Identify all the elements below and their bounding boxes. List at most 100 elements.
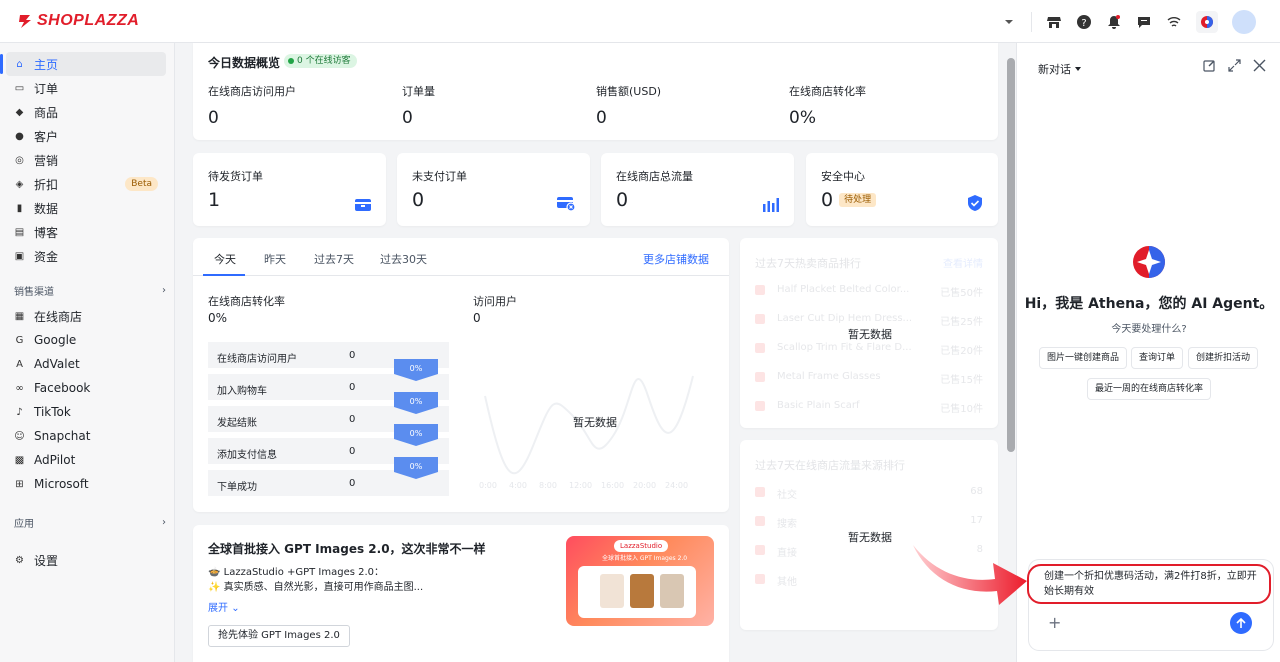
funnel-rate: 0% — [410, 462, 423, 471]
sidebar-item-customers[interactable]: ● 客户 — [6, 124, 166, 148]
new-chat-label: 新对话 — [1038, 63, 1071, 76]
try-gpt-images-button[interactable]: 抢先体验 GPT Images 2.0 — [208, 625, 350, 647]
unpaid-orders-card[interactable]: 未支付订单 0 — [397, 153, 590, 226]
card-label: 待发货订单 — [208, 170, 263, 183]
online-visitors-badge: 0 个在线访客 — [284, 54, 357, 68]
edit-icon[interactable] — [1203, 59, 1216, 72]
new-chat-dropdown[interactable]: 新对话 — [1038, 61, 1082, 77]
help-icon[interactable]: ? — [1076, 14, 1092, 30]
online-dot — [288, 58, 294, 64]
sidebar-item-label: 资金 — [34, 249, 59, 264]
product-name: Metal Frame Glasses — [777, 371, 881, 382]
kpi-conversion: 在线商店转化率 0% — [789, 83, 866, 128]
send-button[interactable] — [1230, 612, 1252, 634]
view-details-link[interactable]: 查看详情 — [943, 255, 983, 270]
shipping-box-icon — [355, 199, 371, 211]
kpi-orders: 订单量 0 — [402, 83, 435, 128]
product-name: Laser Cut Dip Hem Dress... — [777, 313, 913, 324]
date-range-tabs: 今天 昨天 过去7天 过去30天 更多店铺数据 — [193, 238, 729, 276]
expand-icon[interactable] — [1228, 59, 1241, 72]
more-store-data-link[interactable]: 更多店铺数据 — [643, 251, 709, 267]
user-avatar[interactable] — [1232, 9, 1256, 34]
sidebar-item-orders[interactable]: ▭ 订单 — [6, 76, 166, 100]
sidebar-item-label: 设置 — [34, 553, 59, 568]
microsoft-icon: ⊞ — [15, 478, 24, 490]
svg-text:?: ? — [1081, 18, 1086, 29]
sidebar-item-discounts[interactable]: ◈ 折扣 Beta — [6, 172, 166, 196]
sidebar-item-label: Google — [34, 333, 77, 347]
sidebar-item-blog[interactable]: ▤ 博客 — [6, 220, 166, 244]
no-data-label: 暂无数据 — [573, 416, 617, 429]
promo-image[interactable]: LazzaStudio 全球首批接入 GPT Images 2.0 — [566, 536, 714, 626]
section-label: 应用 — [14, 518, 34, 530]
sidebar-item-facebook[interactable]: ∞ Facebook — [6, 376, 166, 400]
tab-yesterday[interactable]: 昨天 — [264, 251, 286, 267]
sidebar-item-adpilot[interactable]: ▩ AdPilot — [6, 448, 166, 472]
product-name: Half Placket Belted Color... — [777, 284, 910, 295]
shoplazza-logo[interactable]: SHOPLAZZA — [17, 12, 139, 30]
sidebar-item-home[interactable]: ⌂ 主页 — [0, 52, 166, 76]
store-icon[interactable] — [1046, 14, 1062, 30]
logo-text: SHOPLAZZA — [37, 12, 140, 29]
funnel-rate: 0% — [410, 364, 423, 373]
sidebar-item-analytics[interactable]: ▮ 数据 — [6, 196, 166, 220]
pending-shipment-card[interactable]: 待发货订单 1 — [193, 153, 386, 226]
sidebar-item-label: 主页 — [34, 57, 59, 72]
sidebar-item-snapchat[interactable]: ☺ Snapchat — [6, 424, 166, 448]
message-icon[interactable] — [1136, 14, 1152, 30]
expand-link[interactable]: 展开 ⌄ — [208, 599, 240, 614]
x-tick: 24:00 — [665, 481, 688, 490]
sidebar-item-settings[interactable]: ⚙ 设置 — [6, 548, 166, 572]
rank-badge — [755, 516, 765, 526]
divider — [1031, 11, 1032, 32]
sidebar-item-finance[interactable]: ▣ 资金 — [6, 244, 166, 268]
tab-last-30-days[interactable]: 过去30天 — [380, 251, 427, 267]
sidebar-item-google[interactable]: G Google — [6, 328, 166, 352]
sidebar-item-marketing[interactable]: ◎ 营销 — [6, 148, 166, 172]
apps-toggle[interactable]: 应用 › — [14, 510, 166, 534]
product-name: Basic Plain Scarf — [777, 400, 860, 411]
sidebar-item-advalet[interactable]: A AdValet — [6, 352, 166, 376]
discount-icon: ◈ — [15, 178, 24, 190]
chat-input-text[interactable]: 创建一个折扣优惠码活动，满2件打8折，立即开始长期有效 — [1044, 569, 1259, 599]
store-traffic-card[interactable]: 在线商店总流量 0 — [601, 153, 794, 226]
sidebar-item-products[interactable]: ◆ 商品 — [6, 100, 166, 124]
sidebar-item-label: 商品 — [34, 105, 59, 120]
security-center-card[interactable]: 安全中心 0 待处理 — [806, 153, 998, 226]
promo-title: 全球首批接入 GPT Images 2.0，这次非常不一样 — [208, 542, 486, 556]
main-scrollbar-thumb[interactable] — [1007, 58, 1015, 452]
athena-logo-icon — [1133, 246, 1165, 278]
sidebar-item-online-store[interactable]: ▦ 在线商店 — [6, 304, 166, 328]
card-value-wrap: 0 待处理 — [821, 189, 877, 211]
bell-icon[interactable] — [1106, 14, 1122, 30]
traffic-sources-title: 过去7天在线商店流量来源排行 — [755, 459, 905, 472]
sidebar-item-tiktok[interactable]: ♪ TikTok — [6, 400, 166, 424]
sidebar-item-microsoft[interactable]: ⊞ Microsoft — [6, 472, 166, 496]
athena-app-icon[interactable] — [1196, 10, 1218, 33]
sidebar-item-label: AdPilot — [34, 453, 76, 467]
suggestion-chip[interactable]: 查询订单 — [1131, 347, 1184, 369]
attach-plus-icon[interactable]: + — [1048, 613, 1061, 632]
close-icon[interactable] — [1253, 59, 1266, 72]
sidebar-item-label: 订单 — [34, 81, 59, 96]
funnel-rate: 0% — [410, 429, 423, 438]
athena-greeting: Hi，我是 Athena，您的 AI Agent。 — [1024, 296, 1274, 312]
funnel-value: 0 — [349, 446, 356, 457]
wifi-icon[interactable] — [1166, 14, 1182, 30]
sidebar-item-label: Snapchat — [34, 429, 91, 443]
funnel-value: 0 — [349, 382, 356, 393]
sales-channels-toggle[interactable]: 销售渠道 › — [14, 278, 166, 302]
funnel-rate-arrow: 0% — [394, 392, 438, 414]
suggestion-chip[interactable]: 最近一周的在线商店转化率 — [1087, 378, 1212, 400]
gear-icon: ⚙ — [15, 554, 24, 566]
funnel-value: 0 — [349, 478, 356, 489]
chevron-down-icon[interactable] — [1001, 14, 1017, 30]
suggestion-chip[interactable]: 图片一键创建商品 — [1039, 347, 1128, 369]
blog-icon: ▤ — [14, 226, 25, 238]
tab-last-7-days[interactable]: 过去7天 — [314, 251, 354, 267]
suggestion-chip[interactable]: 创建折扣活动 — [1188, 347, 1259, 369]
kpi-value: 0 — [402, 108, 413, 128]
funnel-rate: 0% — [410, 397, 423, 406]
tab-today[interactable]: 今天 — [214, 251, 236, 267]
rank-badge — [755, 343, 765, 353]
